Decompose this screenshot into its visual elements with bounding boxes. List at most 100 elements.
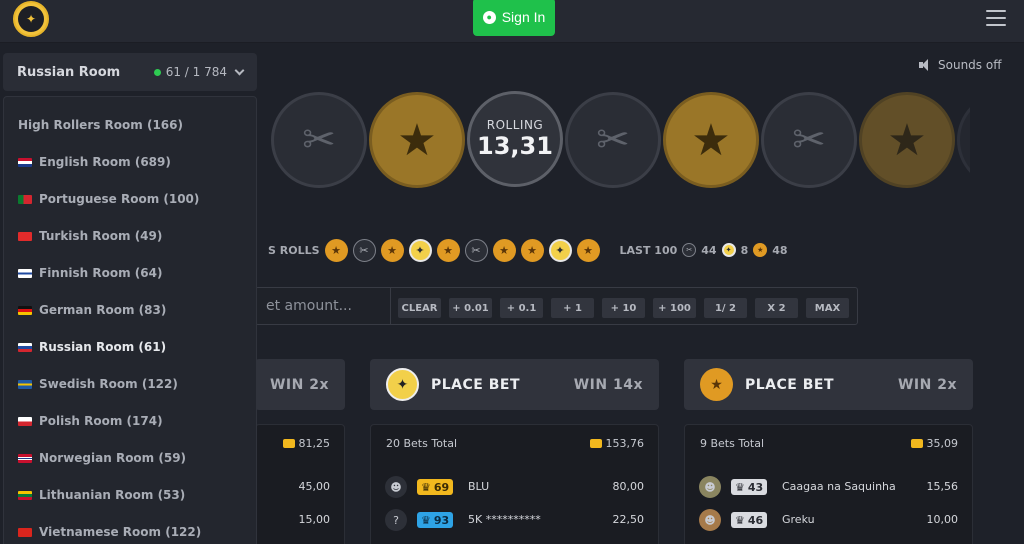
online-dot-icon [153, 68, 161, 76]
crown-icon: ♛ [421, 513, 431, 527]
room-item[interactable]: Norwegian Room (59) [18, 449, 186, 467]
sum-value: 81,25 [298, 437, 331, 450]
add-01-button[interactable]: + 0.1 [500, 298, 543, 318]
room-item[interactable]: English Room (689) [18, 153, 171, 171]
room-label: Finnish Room (64) [39, 266, 163, 280]
room-item[interactable]: Finnish Room (64) [18, 264, 162, 282]
ct-coin-icon: ✂ [761, 92, 857, 188]
flag-de-icon [18, 305, 32, 315]
bet-amount: 15,56 [926, 480, 959, 493]
t-place-bet-label: PLACE BET [745, 376, 835, 393]
room-dropdown: High Rollers Room (166) English Room (68… [3, 96, 257, 544]
room-label: German Room (83) [39, 303, 167, 317]
room-item[interactable]: Vietnamese Room (122) [18, 523, 201, 541]
room-item[interactable]: Polish Room (174) [18, 412, 163, 430]
last-100-stats: LAST 100 ✂ 44 ✦ 8 ★ 48 [620, 243, 788, 257]
t-roll-icon: ★ [753, 243, 768, 257]
rolling-label: ROLLING [486, 118, 544, 132]
bet-row: ☻ ♛ 69 BLU 80,00 [371, 475, 658, 499]
gold-roll-icon: ✦ [721, 243, 736, 257]
room-label: High Rollers Room (166) [18, 118, 183, 132]
add-10-button[interactable]: + 10 [602, 298, 645, 318]
t-roll-icon: ★ [324, 238, 348, 262]
t-roll-icon: ★ [520, 238, 544, 262]
add-100-button[interactable]: + 100 [653, 298, 696, 318]
t-roll-icon: ★ [576, 238, 600, 262]
site-logo[interactable]: ✦ [13, 1, 49, 37]
steam-icon: ● [482, 10, 496, 24]
clear-button[interactable]: CLEAR [398, 298, 441, 318]
room-label: Norwegian Room (59) [39, 451, 187, 465]
player-name: 5K ********** [468, 513, 541, 526]
sign-in-label: Sign In [501, 9, 546, 25]
roulette-strip: ✂ ★ ✂ ★ ✂ ★ ✂ [257, 87, 970, 197]
flag-tr-icon [18, 231, 32, 241]
level-badge: ♛ 43 [731, 479, 768, 495]
room-selector[interactable]: Russian Room 61 / 1 784 [3, 53, 257, 91]
bet-amount-input[interactable]: et amount... [256, 288, 391, 324]
sign-in-button[interactable]: ● Sign In [473, 0, 555, 36]
gold-place-bet-button[interactable]: ✦ PLACE BET WIN 14x [370, 359, 659, 410]
room-label: Russian Room (61) [39, 340, 167, 354]
room-item[interactable]: Portuguese Room (100) [18, 190, 199, 208]
player-name: Caagaa na Saquinha [782, 480, 896, 493]
add-1-button[interactable]: + 1 [551, 298, 594, 318]
flag-fi-icon [18, 268, 32, 278]
online-count-text: 61 / 1 784 [165, 65, 227, 79]
t-coin-icon: ★ [369, 92, 465, 188]
max-button[interactable]: MAX [806, 298, 849, 318]
bet-row: ☻ ♛ 46 Greku 10,00 [685, 508, 972, 532]
double-button[interactable]: X 2 [755, 298, 798, 318]
flag-vn-icon [18, 527, 32, 537]
bet-amount: 80,00 [612, 480, 645, 493]
flag-ru-icon [18, 342, 32, 352]
room-item[interactable]: Lithuanian Room (53) [18, 486, 185, 504]
room-item-active[interactable]: Russian Room (61) [18, 338, 166, 356]
room-item[interactable]: German Room (83) [18, 301, 166, 319]
menu-icon[interactable] [986, 10, 1006, 26]
ct-bets-sum: 81,25 [282, 437, 331, 450]
room-label: Lithuanian Room (53) [39, 488, 186, 502]
room-label: English Room (689) [39, 155, 171, 169]
bet-row: ☻ ♛ 43 Caagaa na Saquinha 15,56 [685, 475, 972, 499]
sum-value: 153,76 [605, 437, 645, 450]
ct-roll-icon: ✂ [352, 238, 376, 262]
last-100-t-count: 48 [772, 243, 788, 257]
half-button[interactable]: 1/ 2 [704, 298, 747, 318]
level-value: 43 [747, 480, 764, 494]
gold-roll-icon: ✦ [548, 238, 572, 262]
level-value: 93 [433, 513, 450, 527]
t-place-bet-button[interactable]: ★ PLACE BET WIN 2x [684, 359, 973, 410]
room-item[interactable]: Swedish Room (122) [18, 375, 178, 393]
ct-roll-icon: ✂ [464, 238, 488, 262]
room-item[interactable]: Turkish Room (49) [18, 227, 162, 245]
top-bar: ✦ ● Sign In [0, 0, 1024, 43]
t-roll-icon: ★ [492, 238, 516, 262]
gold-bets-sum: 153,76 [589, 437, 645, 450]
gold-place-bet-label: PLACE BET [431, 376, 521, 393]
previous-rolls-label: S ROLLS [268, 243, 320, 257]
player-name: BLU [468, 480, 490, 493]
bet-row: 15,00 [256, 508, 344, 532]
bet-row: ? ♛ 93 5K ********** 22,50 [371, 508, 658, 532]
ct-place-bet-button[interactable]: WIN 2x [255, 359, 345, 410]
crown-icon: ♛ [735, 480, 745, 494]
coins-icon [589, 439, 602, 448]
add-001-button[interactable]: + 0.01 [449, 298, 492, 318]
bet-amount: 22,50 [612, 513, 645, 526]
bet-amount: 15,00 [298, 513, 331, 526]
coins-icon [910, 439, 923, 448]
t-roll-icon: ★ [380, 238, 404, 262]
t-coin-icon: ★ [663, 92, 759, 188]
room-item[interactable]: High Rollers Room (166) [18, 116, 183, 134]
t-roll-icon: ★ [436, 238, 460, 262]
logo-icon: ✦ [18, 6, 44, 32]
sounds-toggle[interactable]: Sounds off [918, 58, 1001, 72]
t-win-multiplier: WIN 2x [897, 376, 957, 393]
gold-bets-total: 20 Bets Total [386, 437, 458, 450]
gold-roll-icon: ✦ [408, 238, 432, 262]
coins-icon [282, 439, 295, 448]
crown-icon: ♛ [735, 513, 745, 527]
gold-bets-panel: 20 Bets Total 153,76 ☻ ♛ 69 BLU 80,00 ? ♛… [370, 424, 659, 544]
level-badge: ♛ 46 [731, 512, 768, 528]
